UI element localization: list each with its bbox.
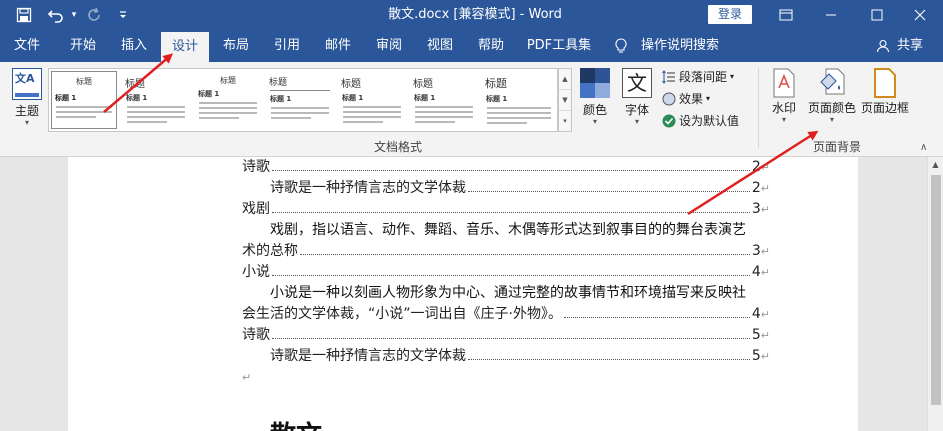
arrow-to-page-color bbox=[687, 130, 819, 216]
arrow-to-design-tab bbox=[103, 53, 174, 113]
annotation-arrows bbox=[103, 53, 819, 216]
